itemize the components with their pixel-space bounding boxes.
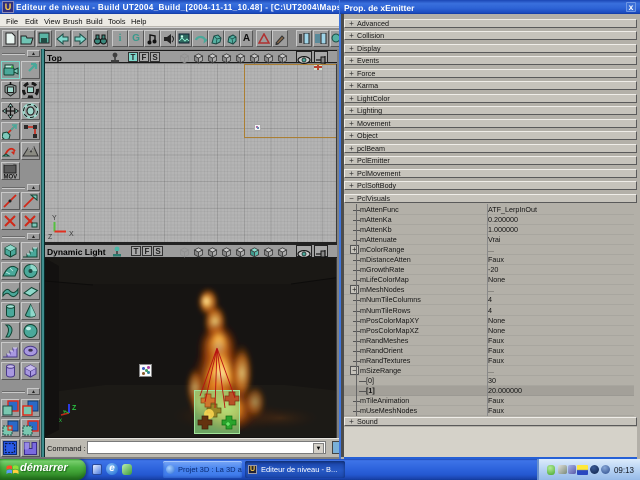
svg-text:Z: Z (48, 234, 53, 241)
svg-text:Z: Z (72, 405, 77, 412)
svg-text:X: X (69, 231, 74, 238)
svg-text:x: x (59, 418, 62, 424)
svg-text:MOV: MOV (4, 175, 18, 180)
svg-text:Y: Y (52, 215, 57, 222)
